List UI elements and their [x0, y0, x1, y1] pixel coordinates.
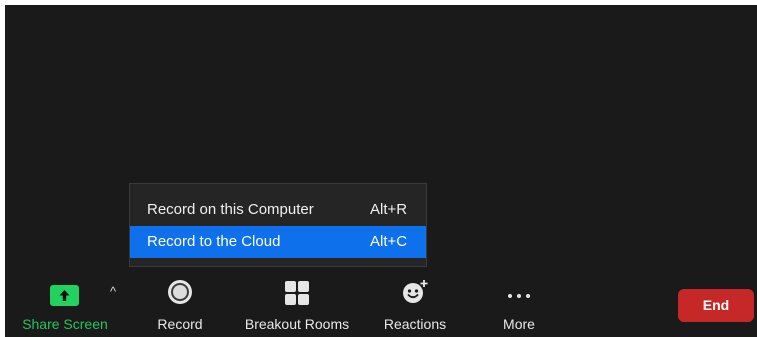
screen: Record on this Computer Alt+R Record to …: [0, 0, 757, 337]
breakout-rooms-label: Breakout Rooms: [244, 316, 350, 332]
share-screen-button[interactable]: Share Screen: [11, 271, 119, 337]
record-to-cloud-item[interactable]: Record to the Cloud Alt+C: [130, 226, 426, 258]
share-screen-arrow-icon: [50, 285, 79, 306]
menu-item-label: Record on this Computer: [147, 201, 314, 218]
record-on-computer-item[interactable]: Record on this Computer Alt+R: [130, 194, 426, 226]
share-screen-label: Share Screen: [22, 316, 108, 332]
record-menu: Record on this Computer Alt+R Record to …: [129, 183, 427, 267]
meeting-toolbar: Share Screen ^ Record Breakout Rooms Rea…: [5, 271, 757, 337]
smiley-plus-icon: [401, 278, 429, 306]
more-button[interactable]: More: [479, 271, 559, 337]
more-label: More: [503, 316, 535, 332]
menu-item-shortcut: Alt+R: [370, 201, 408, 218]
reactions-label: Reactions: [383, 316, 447, 332]
grid-icon: [284, 280, 310, 306]
record-button[interactable]: Record: [140, 271, 220, 337]
menu-item-label: Record to the Cloud: [147, 233, 281, 250]
ellipsis-icon: [506, 287, 532, 298]
meeting-window: Record on this Computer Alt+R Record to …: [5, 5, 757, 337]
record-label: Record: [157, 316, 203, 332]
reactions-button[interactable]: Reactions: [375, 271, 455, 337]
end-meeting-button[interactable]: End: [678, 289, 754, 322]
share-options-caret-icon[interactable]: ^: [103, 282, 123, 302]
menu-item-shortcut: Alt+C: [370, 233, 408, 250]
record-icon: [167, 279, 193, 305]
breakout-rooms-button[interactable]: Breakout Rooms: [235, 271, 359, 337]
